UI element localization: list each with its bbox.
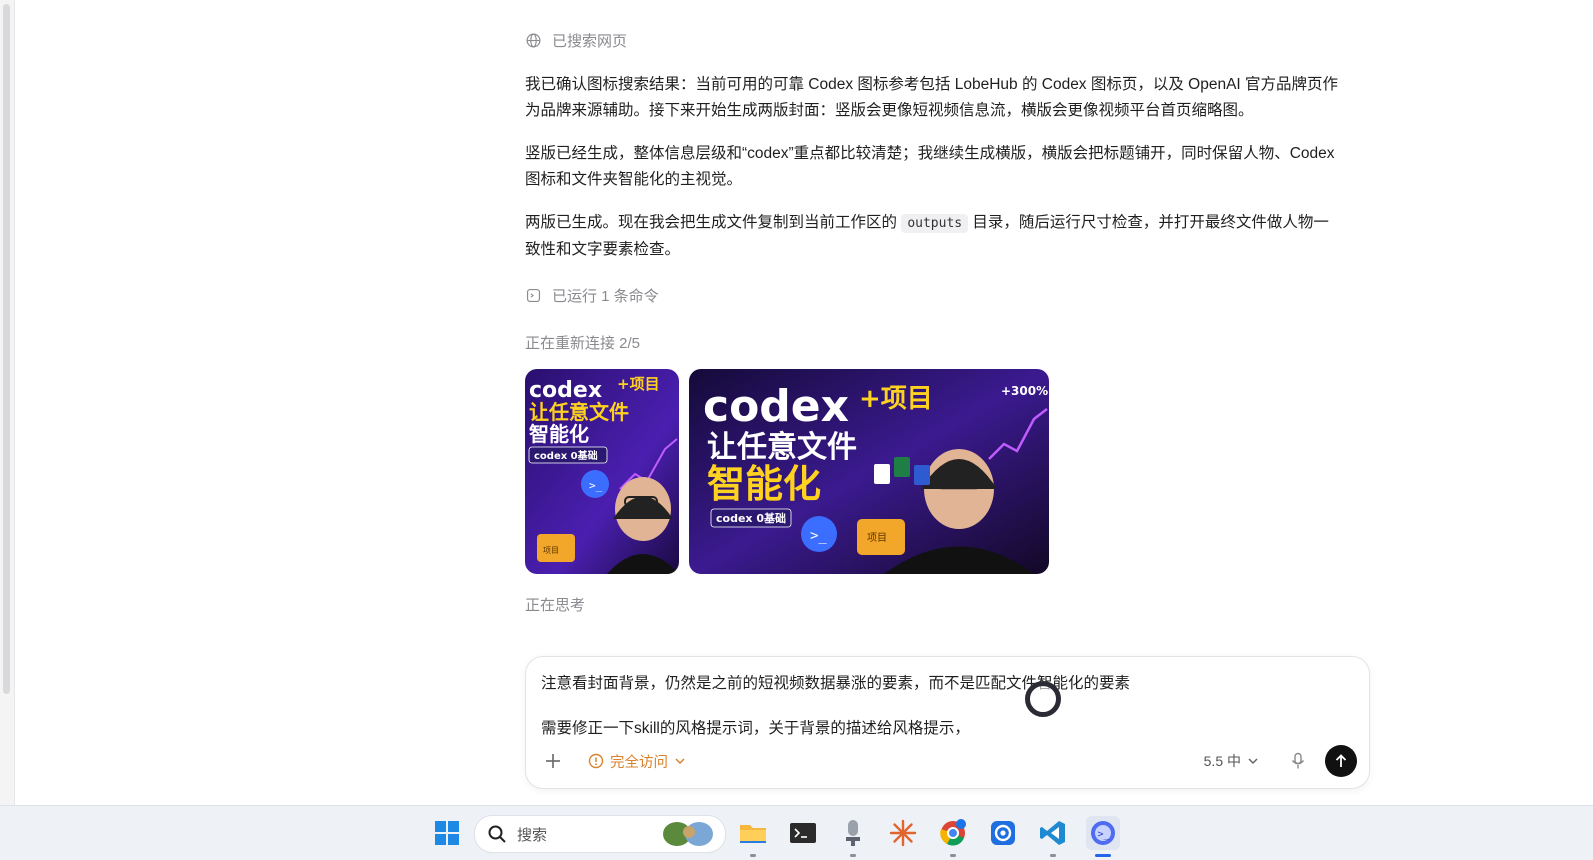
search-icon <box>488 825 506 843</box>
chrome-button[interactable] <box>936 816 970 857</box>
running-indicator <box>750 854 756 857</box>
warning-icon <box>588 753 604 769</box>
assistant-message-3: 两版已生成。现在我会把生成文件复制到当前工作区的 outputs 目录，随后运行… <box>525 210 1370 263</box>
file-explorer-button[interactable] <box>736 816 770 857</box>
message-line: 两版已生成。现在我会把生成文件复制到当前工作区的 outputs 目录，随后运行… <box>525 210 1370 237</box>
terminal-square-icon <box>526 288 541 303</box>
cover-title-line2: 让任意文件 <box>529 400 629 424</box>
running-indicator <box>950 854 956 857</box>
running-indicator <box>1050 854 1056 857</box>
microphone-icon <box>1291 752 1305 769</box>
microphone-app-icon <box>846 820 860 846</box>
step-web-search[interactable]: 已搜索网页 <box>525 30 627 51</box>
cover-title-line3: 智能化 <box>707 462 821 506</box>
claude-button[interactable] <box>886 816 920 850</box>
cover-title-line2: 让任意文件 <box>707 430 857 465</box>
horizontal-cover-image: >_ codex +项目 让任意文件 智能化 codex 0基础 项目 +300… <box>689 369 1049 574</box>
cover-folder-label: 项目 <box>867 532 887 544</box>
vertical-cover-image: >_ codex +项目 让任意文件 智能化 codex 0基础 项目 <box>525 369 679 574</box>
microphone-app-button[interactable] <box>836 816 870 857</box>
claude-icon <box>889 819 917 847</box>
cover-badge: codex 0基础 <box>534 449 598 462</box>
start-button[interactable] <box>430 816 464 850</box>
assistant-message-2: 竖版已经生成，整体信息层级和“codex”重点都比较清楚；我继续生成横版，横版会… <box>525 141 1370 193</box>
cover-stat: +300% <box>1001 384 1048 398</box>
cover-title-plus: +项目 <box>617 375 660 393</box>
inline-code-outputs: outputs <box>901 214 969 233</box>
cover-folder-label: 项目 <box>543 546 559 555</box>
plus-icon <box>546 754 560 768</box>
model-label: 5.5 中 <box>1203 753 1241 769</box>
thumbnail-vertical[interactable]: >_ codex +项目 让任意文件 智能化 codex 0基础 项目 <box>525 369 679 574</box>
cover-title-codex: codex <box>703 381 849 432</box>
thinking-status: 正在思考 <box>525 597 586 614</box>
windows-logo-icon <box>435 821 459 845</box>
chevron-down-icon <box>675 758 685 765</box>
composer-text-line2[interactable]: 需要修正一下skill的风格提示词，关于背景的描述给风格提示， <box>541 716 970 738</box>
chrome-icon <box>940 819 966 846</box>
model-selector[interactable]: 5.5 中 <box>1204 751 1259 771</box>
left-scroll-rail[interactable] <box>0 0 15 805</box>
message-line: 致性和文字要素检查。 <box>525 241 681 258</box>
running-indicator <box>850 854 856 857</box>
message-line: 我已确认图标搜索结果：当前可用的可靠 Codex 图标参考包括 LobeHub … <box>525 76 1339 93</box>
vscode-button[interactable] <box>1036 816 1070 857</box>
cover-title-line3: 智能化 <box>529 422 589 446</box>
settings-app-button[interactable] <box>986 816 1020 850</box>
message-line: 竖版已经生成，整体信息层级和“codex”重点都比较清楚；我继续生成横版，横版会… <box>525 145 1335 162</box>
send-button[interactable] <box>1325 745 1357 777</box>
arrow-up-icon <box>1335 754 1347 767</box>
composer-toolbar: 完全访问 5.5 中 <box>538 744 1357 778</box>
message-text: 目录，随后运行尺寸检查，并打开最终文件做人物一 <box>968 214 1329 231</box>
vscode-icon <box>1040 821 1065 845</box>
active-indicator <box>1095 854 1111 857</box>
voice-input-button[interactable] <box>1283 746 1313 776</box>
reconnecting-status: 正在重新连接 2/5 <box>525 335 641 352</box>
codex-app-icon: >_ <box>1091 821 1115 845</box>
taskbar-search-label: 搜索 <box>517 826 548 844</box>
access-mode-dropdown[interactable]: 完全访问 <box>588 751 686 772</box>
cover-badge: codex 0基础 <box>716 511 786 525</box>
svg-text:>_: >_ <box>810 528 827 544</box>
assistant-message-1: 我已确认图标搜索结果：当前可用的可靠 Codex 图标参考包括 LobeHub … <box>525 72 1370 124</box>
windows-taskbar: 搜索 >_ <box>0 805 1593 860</box>
settings-app-icon <box>991 821 1015 845</box>
cover-title-plus: +项目 <box>859 384 933 414</box>
access-mode-label: 完全访问 <box>610 754 668 771</box>
message-text: 两版已生成。现在我会把生成文件复制到当前工作区的 <box>525 214 902 231</box>
mouse-cursor-indicator <box>1025 681 1061 717</box>
step-ran-command-label: 已运行 1 条命令 <box>552 288 659 305</box>
step-ran-command[interactable]: 已运行 1 条命令 <box>525 285 659 306</box>
message-composer[interactable]: 注意看封面背景，仍然是之前的短视频数据暴涨的要素，而不是匹配文件智能化的要素 需… <box>525 656 1370 789</box>
terminal-button[interactable] <box>786 816 820 850</box>
taskbar-search[interactable]: 搜索 <box>474 815 726 853</box>
thumbnail-horizontal[interactable]: >_ codex +项目 让任意文件 智能化 codex 0基础 项目 +300… <box>689 369 1049 574</box>
search-highlight-icon <box>663 822 713 846</box>
svg-text:>_: >_ <box>1098 829 1111 840</box>
add-attachment-button[interactable] <box>538 746 568 776</box>
step-web-search-label: 已搜索网页 <box>552 33 628 50</box>
message-line: 图标和文件夹智能化的主视觉。 <box>525 171 743 188</box>
svg-text:>_: >_ <box>589 479 603 492</box>
terminal-icon <box>790 823 816 843</box>
scrollbar-thumb[interactable] <box>3 4 10 694</box>
globe-icon <box>526 33 541 48</box>
codex-app-button[interactable]: >_ <box>1086 816 1120 857</box>
file-explorer-icon <box>740 825 766 843</box>
message-line: 为品牌来源辅助。接下来开始生成两版封面：竖版会更像短视频信息流，横版会更像视频平… <box>525 102 1254 119</box>
chevron-down-icon <box>1248 758 1258 765</box>
